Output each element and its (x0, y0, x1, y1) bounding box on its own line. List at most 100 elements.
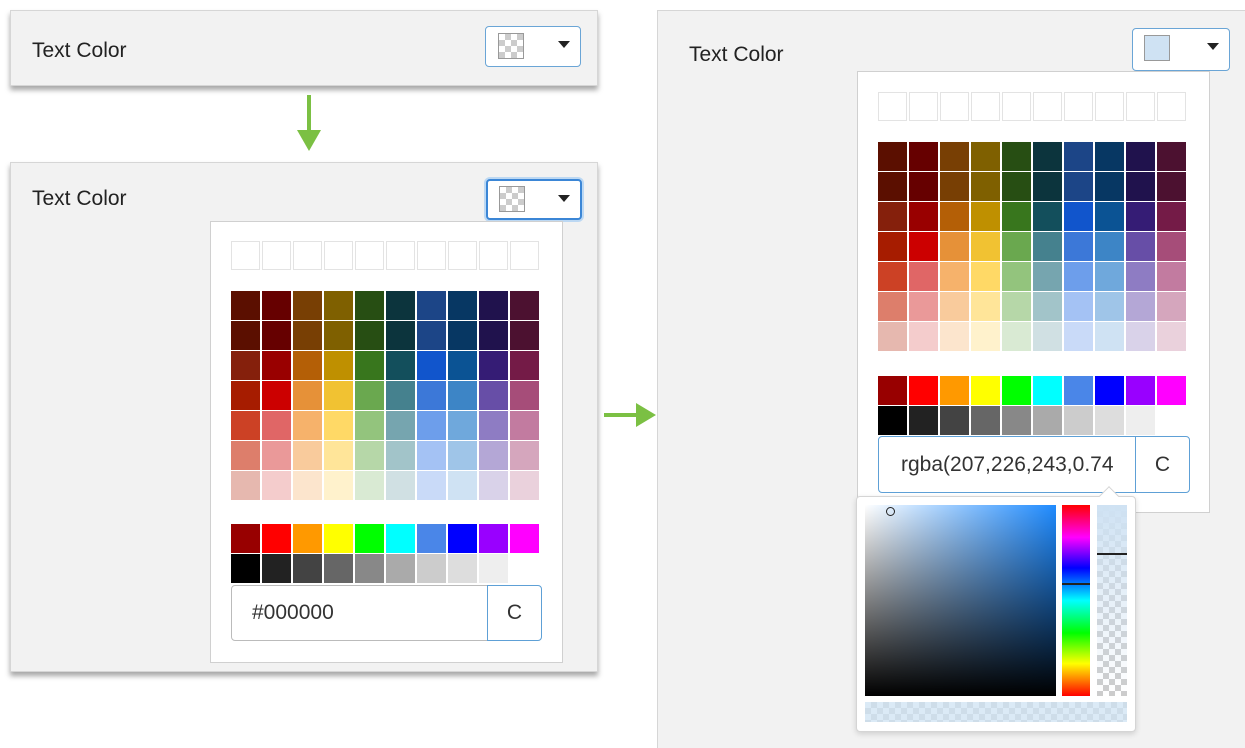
palette-swatch[interactable] (479, 381, 508, 410)
palette-swatch[interactable] (293, 351, 322, 380)
palette-swatch[interactable] (1126, 202, 1155, 231)
palette-swatch[interactable] (293, 291, 322, 320)
empty-custom-swatch[interactable] (355, 241, 384, 270)
palette-swatch[interactable] (293, 471, 322, 500)
empty-custom-swatch[interactable] (1033, 92, 1062, 121)
palette-swatch[interactable] (1064, 322, 1093, 351)
empty-custom-swatch[interactable] (940, 92, 969, 121)
palette-swatch[interactable] (909, 292, 938, 321)
palette-swatch[interactable] (909, 322, 938, 351)
palette-swatch[interactable] (448, 291, 477, 320)
palette-swatch[interactable] (324, 471, 353, 500)
palette-swatch[interactable] (1157, 322, 1186, 351)
palette-swatch[interactable] (324, 321, 353, 350)
empty-custom-swatch[interactable] (324, 241, 353, 270)
palette-swatch[interactable] (262, 441, 291, 470)
palette-swatch[interactable] (971, 262, 1000, 291)
palette-swatch[interactable] (324, 554, 353, 583)
color-value-input[interactable]: #000000 (231, 585, 489, 641)
palette-swatch[interactable] (1002, 172, 1031, 201)
palette-swatch[interactable] (231, 351, 260, 380)
palette-swatch[interactable] (940, 406, 969, 435)
palette-swatch[interactable] (909, 406, 938, 435)
palette-swatch[interactable] (1033, 232, 1062, 261)
palette-swatch[interactable] (878, 142, 907, 171)
palette-swatch[interactable] (417, 381, 446, 410)
palette-swatch[interactable] (971, 142, 1000, 171)
palette-swatch[interactable] (479, 321, 508, 350)
palette-swatch[interactable] (940, 172, 969, 201)
palette-swatch[interactable] (909, 172, 938, 201)
palette-swatch[interactable] (355, 351, 384, 380)
palette-swatch[interactable] (386, 351, 415, 380)
palette-swatch[interactable] (1095, 322, 1124, 351)
palette-swatch[interactable] (417, 321, 446, 350)
palette-swatch[interactable] (1157, 172, 1186, 201)
palette-swatch[interactable] (1064, 262, 1093, 291)
palette-swatch[interactable] (1033, 172, 1062, 201)
palette-swatch[interactable] (1002, 292, 1031, 321)
palette-swatch[interactable] (355, 554, 384, 583)
palette-swatch[interactable] (262, 411, 291, 440)
palette-swatch[interactable] (510, 411, 539, 440)
palette-swatch[interactable] (262, 471, 291, 500)
empty-custom-swatch[interactable] (1157, 92, 1186, 121)
empty-custom-swatch[interactable] (479, 241, 508, 270)
color-dropdown-button[interactable] (486, 179, 582, 220)
palette-swatch[interactable] (448, 554, 477, 583)
empty-custom-swatch[interactable] (1002, 92, 1031, 121)
palette-swatch[interactable] (293, 441, 322, 470)
palette-swatch[interactable] (262, 291, 291, 320)
palette-swatch[interactable] (1033, 376, 1062, 405)
palette-swatch[interactable] (940, 202, 969, 231)
palette-swatch[interactable] (510, 321, 539, 350)
palette-swatch[interactable] (324, 411, 353, 440)
palette-swatch[interactable] (1157, 262, 1186, 291)
palette-swatch[interactable] (386, 554, 415, 583)
palette-swatch[interactable] (231, 411, 260, 440)
palette-swatch[interactable] (231, 321, 260, 350)
palette-swatch[interactable] (940, 376, 969, 405)
palette-swatch[interactable] (878, 406, 907, 435)
palette-swatch[interactable] (1095, 232, 1124, 261)
empty-custom-swatch[interactable] (1095, 92, 1124, 121)
palette-swatch[interactable] (971, 202, 1000, 231)
palette-swatch[interactable] (878, 292, 907, 321)
palette-swatch[interactable] (1033, 292, 1062, 321)
palette-swatch[interactable] (510, 471, 539, 500)
palette-swatch[interactable] (940, 322, 969, 351)
palette-swatch[interactable] (231, 381, 260, 410)
palette-swatch[interactable] (1064, 292, 1093, 321)
palette-swatch[interactable] (909, 376, 938, 405)
palette-swatch[interactable] (1157, 142, 1186, 171)
palette-swatch[interactable] (448, 524, 477, 553)
palette-swatch[interactable] (324, 381, 353, 410)
palette-swatch[interactable] (878, 376, 907, 405)
saturation-cursor-icon[interactable] (886, 507, 895, 516)
empty-custom-swatch[interactable] (1064, 92, 1093, 121)
palette-swatch[interactable] (878, 202, 907, 231)
palette-swatch[interactable] (1157, 376, 1186, 405)
transparent-swatch[interactable] (231, 241, 260, 270)
palette-swatch[interactable] (1126, 232, 1155, 261)
palette-swatch[interactable] (510, 351, 539, 380)
palette-swatch[interactable] (262, 351, 291, 380)
palette-swatch[interactable] (324, 291, 353, 320)
empty-custom-swatch[interactable] (386, 241, 415, 270)
palette-swatch[interactable] (293, 554, 322, 583)
palette-swatch[interactable] (940, 142, 969, 171)
palette-swatch[interactable] (1033, 142, 1062, 171)
palette-swatch[interactable] (448, 351, 477, 380)
palette-swatch[interactable] (1033, 202, 1062, 231)
palette-swatch[interactable] (324, 441, 353, 470)
hue-slider[interactable] (1062, 505, 1090, 696)
palette-swatch[interactable] (971, 292, 1000, 321)
palette-swatch[interactable] (510, 524, 539, 553)
palette-swatch[interactable] (293, 524, 322, 553)
palette-swatch[interactable] (417, 554, 446, 583)
palette-swatch[interactable] (1064, 142, 1093, 171)
palette-swatch[interactable] (1095, 172, 1124, 201)
palette-swatch[interactable] (1033, 406, 1062, 435)
palette-swatch[interactable] (1002, 232, 1031, 261)
palette-swatch[interactable] (386, 411, 415, 440)
